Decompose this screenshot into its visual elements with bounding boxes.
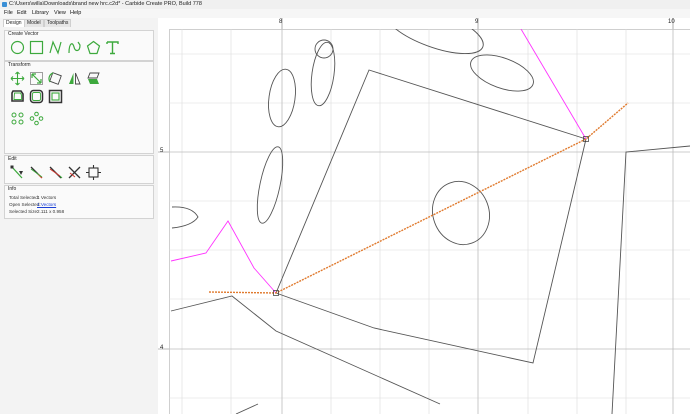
extend-icon[interactable] [48, 165, 63, 180]
node-edit-icon[interactable] [10, 165, 25, 180]
vector-path[interactable] [170, 295, 441, 405]
window-title: C:\Users\willa\Downloads\brand new hrc.c… [9, 1, 202, 7]
vector-path[interactable] [611, 145, 690, 415]
transform-section: Transform [4, 61, 154, 154]
vector-path[interactable] [275, 69, 587, 364]
tab-design[interactable]: Design [3, 19, 25, 27]
total-selected-label: Total Selected: [9, 195, 40, 200]
ruler-label-10: 10 [668, 19, 675, 25]
menu-edit[interactable]: Edit [17, 9, 26, 18]
selected-size-value: 2.111 x 0.958 [37, 209, 65, 214]
ruler-label-9: 9 [475, 19, 479, 25]
curve-icon[interactable] [67, 40, 82, 55]
selected-size-label: Selected Size: [9, 209, 39, 214]
design-canvas[interactable] [169, 4, 690, 415]
info-header: Info [8, 186, 17, 192]
ruler-label-8: 8 [279, 19, 283, 25]
rotate-icon[interactable] [48, 71, 63, 86]
move-icon[interactable] [10, 71, 25, 86]
title-bar: C:\Users\willa\Downloads\brand new hrc.c… [0, 0, 690, 9]
vector-oval[interactable] [424, 173, 499, 252]
create-vector-section: Create Vector [4, 30, 154, 61]
menu-help[interactable]: Help [70, 9, 81, 18]
canvas-grid [169, 29, 690, 414]
total-selected-row: Total Selected: 1 Vectors [9, 195, 56, 200]
menu-view[interactable]: View [54, 9, 66, 18]
ruler-label-5: 5 [160, 148, 164, 154]
tab-model[interactable]: Model [24, 19, 44, 27]
polyline-icon[interactable] [48, 40, 63, 55]
circle-icon[interactable] [10, 40, 25, 55]
edit-header: Edit [8, 156, 17, 162]
trim-icon[interactable] [29, 165, 44, 180]
vector-oval[interactable] [308, 41, 339, 107]
selected-toolpath[interactable] [208, 102, 629, 294]
transform-header: Transform [8, 62, 31, 68]
left-panel: Design Model Toolpaths Create Vector Tra… [0, 18, 159, 414]
selected-size-row: Selected Size: 2.111 x 0.958 [9, 209, 64, 214]
ruler-label-4: 4 [160, 345, 164, 351]
menu-library[interactable]: Library [32, 9, 49, 18]
app-icon [2, 2, 7, 7]
vector-path[interactable] [235, 403, 259, 415]
canvas-drawing [169, 4, 690, 415]
edit-section: Edit [4, 155, 154, 184]
info-section: Info Total Selected: 1 Vectors Open Sele… [4, 185, 154, 219]
vector-oval[interactable] [252, 145, 288, 225]
open-selected-link[interactable]: 1 Vectors [37, 202, 56, 207]
rectangle-icon[interactable] [29, 40, 44, 55]
menu-bar: File Edit Library View Help [0, 9, 690, 18]
magenta-path[interactable] [520, 28, 587, 140]
vector-oval[interactable] [379, 4, 489, 64]
canvas-major-grid [169, 29, 690, 414]
offset-icon[interactable] [10, 89, 25, 104]
split-icon[interactable] [67, 165, 82, 180]
skew-icon[interactable] [86, 71, 101, 86]
boundary-icon[interactable] [48, 89, 63, 104]
array-icon[interactable] [29, 111, 44, 126]
vector-path[interactable] [171, 206, 199, 229]
total-selected-value: 1 Vectors [37, 195, 57, 200]
open-selected-row: Open Selected: 1 Vectors [9, 202, 56, 207]
tab-toolpaths[interactable]: Toolpaths [44, 19, 72, 27]
menu-file[interactable]: File [4, 9, 13, 18]
bounding-box-icon[interactable] [86, 165, 101, 180]
align-icon[interactable] [10, 111, 25, 126]
create-vector-header: Create Vector [8, 31, 39, 37]
scale-icon[interactable] [29, 71, 44, 86]
mirror-icon[interactable] [67, 71, 82, 86]
open-selected-label: Open Selected: [9, 202, 41, 207]
vertical-ruler-ticks [158, 151, 169, 350]
vector-oval[interactable] [466, 48, 538, 99]
text-icon[interactable] [105, 40, 120, 55]
fillet-icon[interactable] [29, 89, 44, 104]
magenta-path[interactable] [170, 220, 277, 294]
horizontal-ruler-ticks [281, 18, 674, 29]
polygon-icon[interactable] [86, 40, 101, 55]
